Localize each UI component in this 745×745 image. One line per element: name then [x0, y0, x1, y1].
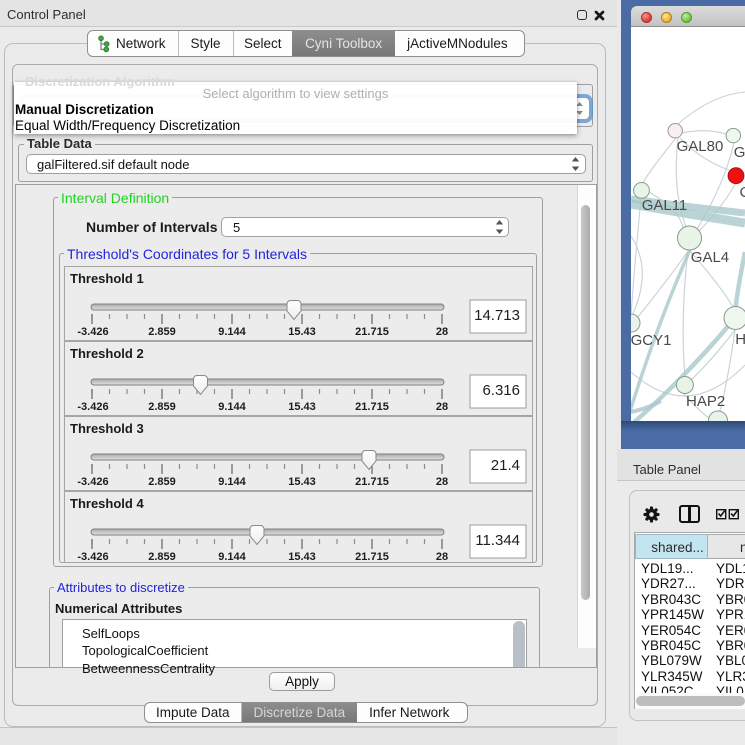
svg-text:Threshold 2: Threshold 2	[70, 346, 144, 361]
svg-text:Threshold 4: Threshold 4	[70, 496, 144, 511]
svg-text:21.715: 21.715	[355, 476, 389, 488]
svg-text:15.43: 15.43	[288, 326, 316, 338]
svg-text:-3.426: -3.426	[77, 476, 108, 488]
svg-text:2.859: 2.859	[148, 401, 176, 413]
svg-text:GAL80: GAL80	[677, 138, 724, 155]
svg-text:Threshold 3: Threshold 3	[70, 421, 144, 436]
svg-text:9.144: 9.144	[218, 401, 246, 413]
svg-text:HAP2: HAP2	[686, 393, 725, 410]
svg-text:GAL4: GAL4	[691, 249, 729, 266]
svg-text:11.344: 11.344	[475, 532, 520, 549]
svg-text:6.316: 6.316	[482, 382, 520, 399]
svg-text:21.4: 21.4	[491, 457, 520, 474]
svg-text:9.144: 9.144	[218, 551, 246, 563]
svg-text:-3.426: -3.426	[77, 326, 108, 338]
svg-text:2.859: 2.859	[148, 476, 176, 488]
svg-text:C: C	[740, 184, 745, 201]
svg-text:2.859: 2.859	[148, 551, 176, 563]
svg-text:2.859: 2.859	[148, 326, 176, 338]
svg-text:GAL11: GAL11	[642, 197, 688, 214]
svg-text:28: 28	[436, 326, 448, 338]
svg-text:Threshold 1: Threshold 1	[70, 271, 144, 286]
svg-text:28: 28	[436, 401, 448, 413]
svg-text:15.43: 15.43	[288, 476, 316, 488]
svg-text:21.715: 21.715	[355, 551, 389, 563]
svg-text:-3.426: -3.426	[77, 551, 108, 563]
svg-text:G: G	[734, 144, 745, 161]
svg-text:28: 28	[436, 476, 448, 488]
svg-text:H: H	[735, 331, 745, 348]
svg-text:9.144: 9.144	[218, 476, 246, 488]
svg-text:28: 28	[436, 551, 448, 563]
svg-text:GCY1: GCY1	[631, 332, 671, 349]
svg-text:-3.426: -3.426	[77, 401, 108, 413]
svg-text:15.43: 15.43	[288, 551, 316, 563]
svg-text:21.715: 21.715	[355, 401, 389, 413]
svg-text:21.715: 21.715	[355, 326, 389, 338]
svg-text:9.144: 9.144	[218, 326, 246, 338]
svg-text:14.713: 14.713	[474, 307, 520, 324]
svg-text:15.43: 15.43	[288, 401, 316, 413]
